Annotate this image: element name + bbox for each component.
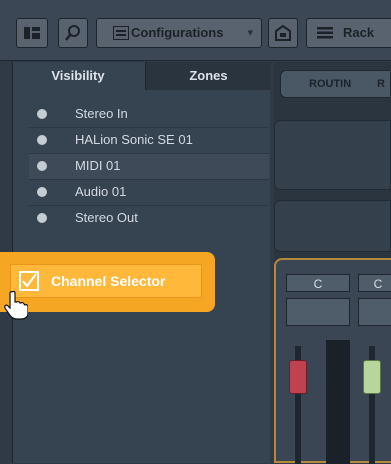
tab-visibility[interactable]: Visibility	[13, 62, 143, 90]
channel-selector-label: Channel Selector	[51, 273, 166, 289]
list-item-label: Stereo In	[75, 106, 128, 121]
tab-visibility-label: Visibility	[51, 68, 105, 83]
channel-strip-area: C C	[274, 258, 391, 464]
list-item[interactable]: Audio 01	[29, 180, 269, 206]
tab-zones[interactable]: Zones	[145, 62, 271, 90]
list-item[interactable]: MIDI 01	[29, 154, 269, 180]
preset-icon	[275, 25, 291, 41]
visibility-dot-icon[interactable]	[37, 161, 47, 171]
rack-slot[interactable]	[274, 200, 391, 252]
routing-label: ROUTIN	[309, 78, 352, 90]
channel-label: C	[313, 277, 323, 291]
routing-tab[interactable]: ROUTIN R	[280, 70, 391, 98]
insert-slot[interactable]	[286, 298, 350, 326]
layout-button[interactable]	[16, 18, 48, 48]
search-button[interactable]	[58, 18, 88, 48]
toolbar: Configurations ▾ Rack	[0, 0, 391, 61]
level-meter	[326, 340, 350, 464]
rack-button[interactable]: Rack	[306, 18, 391, 48]
chevron-down-icon: ▾	[247, 27, 253, 39]
checkmark-icon	[22, 273, 37, 288]
hand-cursor-icon	[4, 290, 28, 320]
volume-fader-handle[interactable]	[289, 360, 307, 394]
volume-fader-handle[interactable]	[363, 360, 381, 394]
list-item-label: Stereo Out	[75, 210, 138, 225]
channel-selector-highlight: Channel Selector	[0, 252, 215, 312]
preset-button[interactable]	[268, 18, 298, 48]
list-item-label: Audio 01	[75, 184, 127, 199]
tab-zones-label: Zones	[189, 68, 228, 83]
channel-selector-checkbox[interactable]	[19, 271, 39, 291]
list-item[interactable]: HALion Sonic SE 01	[29, 128, 269, 154]
visibility-dot-icon[interactable]	[37, 109, 47, 119]
rack-slot[interactable]	[274, 120, 391, 190]
visibility-dot-icon[interactable]	[37, 135, 47, 145]
channel-list: Stereo In HALion Sonic SE 01 MIDI 01 Aud…	[29, 102, 269, 231]
insert-slot[interactable]	[358, 298, 391, 326]
list-item[interactable]: Stereo In	[29, 102, 269, 128]
list-item[interactable]: Stereo Out	[29, 206, 269, 231]
routing-label-next: R	[377, 78, 385, 90]
layout-icon	[24, 27, 40, 39]
channel-selector-option[interactable]: Channel Selector	[10, 264, 202, 298]
list-item-label: MIDI 01	[75, 158, 121, 173]
search-icon	[65, 25, 80, 41]
list-item-label: HALion Sonic SE 01	[75, 132, 193, 147]
rack-panel: ROUTIN R C C	[274, 62, 391, 464]
visibility-dot-icon[interactable]	[37, 213, 47, 223]
list-icon	[113, 26, 129, 40]
channel-label: C	[373, 277, 383, 291]
channel-name-button[interactable]: C	[286, 274, 350, 292]
rack-label: Rack	[343, 25, 375, 40]
configurations-label: Configurations	[131, 25, 224, 40]
channel-name-button[interactable]: C	[358, 274, 391, 292]
visibility-dot-icon[interactable]	[37, 187, 47, 197]
menu-icon	[317, 27, 333, 39]
configurations-dropdown[interactable]: Configurations ▾	[96, 18, 262, 48]
